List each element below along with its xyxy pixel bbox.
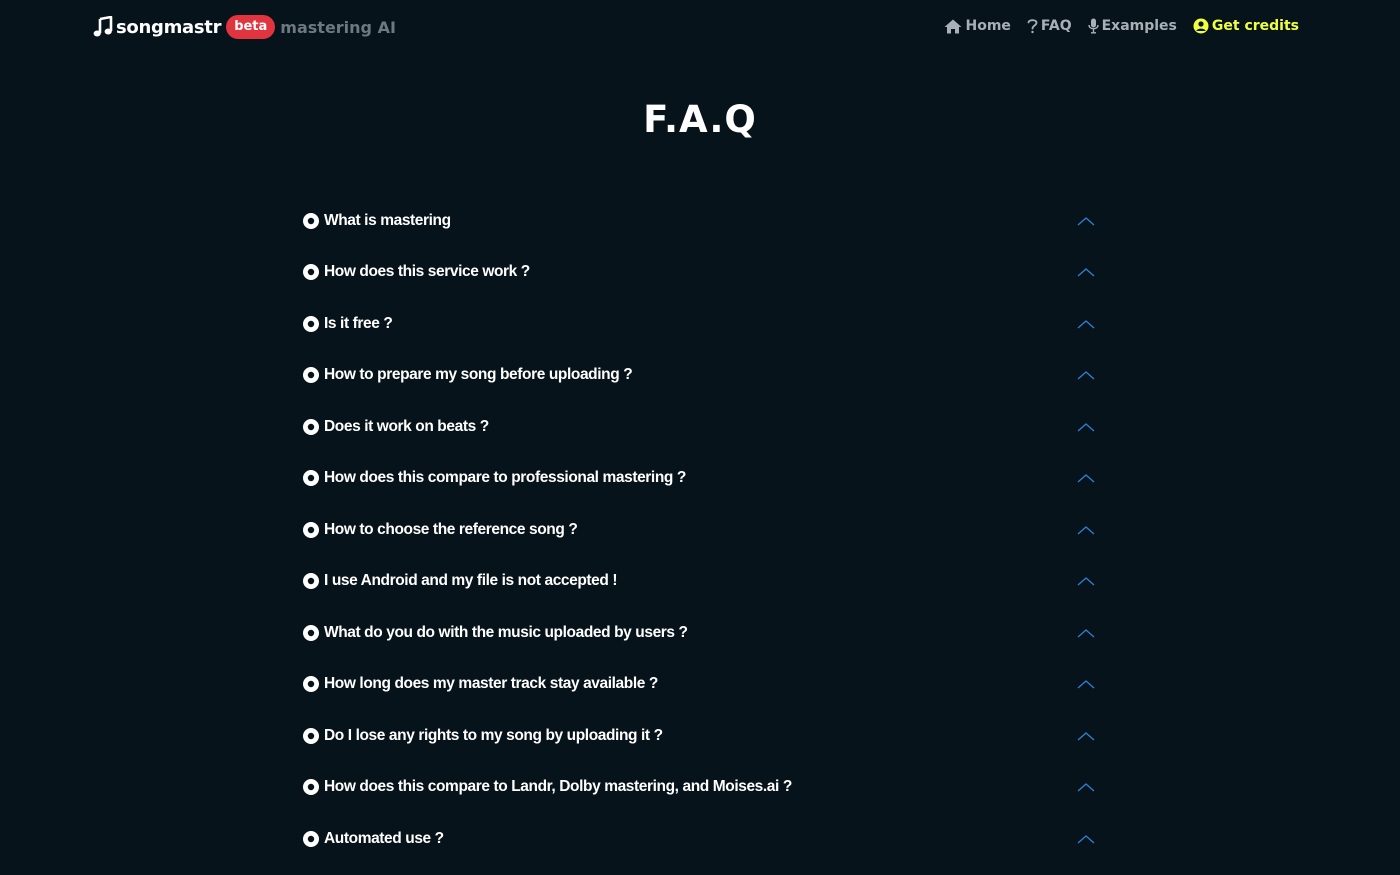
faq-question-text: How does this compare to professional ma… [324,469,686,487]
faq-question: Automated use ? [303,830,444,848]
chevron-up-icon[interactable] [1076,575,1096,587]
faq-question-text: Is it free ? [324,314,393,332]
nav-examples-label: Examples [1101,18,1177,34]
bullet-circle-icon [303,830,319,847]
bullet-circle-icon [303,573,319,590]
bullet-circle-icon [303,367,319,384]
nav-examples-link[interactable]: Examples [1087,18,1177,34]
faq-question-text: How does this service work ? [324,263,530,281]
bullet-circle-icon [303,212,319,229]
brand-name: songmastr [116,16,222,38]
faq-question-text: What do you do with the music uploaded b… [324,623,688,641]
faq-question: Is it free ? [303,314,393,333]
nav-home-label: Home [965,18,1011,34]
faq-question: Does it work on beats ? [303,418,489,436]
bullet-circle-icon [303,676,319,693]
faq-question-text: How long does my master track stay avail… [324,675,658,693]
page-title: F.A.Q [643,98,757,141]
chevron-up-icon[interactable] [1076,833,1096,845]
brand-tagline: mastering AI [280,17,396,37]
faq-question-text: How does this compare to Landr, Dolby ma… [324,778,792,796]
faq-list: What is mastering How does this service w… [303,195,1097,865]
faq-item[interactable]: How to choose the reference song ? [303,504,1097,556]
page: songmastr beta mastering AI Home FAQ Exa… [0,0,1400,875]
faq-question-text: How to prepare my song before uploading … [324,366,633,384]
chevron-up-icon[interactable] [1076,524,1096,536]
faq-question: How does this compare to professional ma… [303,469,686,487]
faq-question: How does this service work ? [303,263,530,281]
faq-question-text: Do I lose any rights to my song by uploa… [324,726,663,744]
main-nav: Home FAQ Examples Get credits [944,16,1299,36]
chevron-up-icon[interactable] [1076,730,1096,742]
faq-question-text: How to choose the reference song ? [324,520,578,538]
faq-item[interactable]: How to prepare my song before uploading … [303,350,1097,402]
navbar: songmastr beta mastering AI Home FAQ Exa… [0,0,1400,52]
chevron-up-icon[interactable] [1076,215,1096,227]
faq-question-text: What is mastering [324,211,451,229]
question-icon [1027,18,1038,34]
chevron-up-icon[interactable] [1076,266,1096,278]
faq-item[interactable]: How long does my master track stay avail… [303,659,1097,711]
bullet-circle-icon [303,521,319,538]
faq-question: How to choose the reference song ? [303,520,578,539]
faq-question: How long does my master track stay avail… [303,675,658,693]
chevron-up-icon[interactable] [1076,369,1096,381]
chevron-up-icon[interactable] [1076,678,1096,690]
faq-item[interactable]: Does it work on beats ? [303,401,1097,453]
home-icon [944,19,962,34]
faq-question: How to prepare my song before uploading … [303,366,633,384]
bullet-circle-icon [303,264,319,281]
nav-home-link[interactable]: Home [944,18,1011,34]
faq-question: I use Android and my file is not accepte… [303,572,618,590]
chevron-up-icon[interactable] [1076,318,1096,330]
faq-question-text: Automated use ? [324,829,444,847]
faq-item[interactable]: How does this service work ? [303,247,1097,299]
faq-item[interactable]: How does this compare to Landr, Dolby ma… [303,762,1097,814]
bullet-circle-icon [303,418,319,435]
faq-item[interactable]: How does this compare to professional ma… [303,453,1097,505]
brand-logo-link[interactable]: songmastr beta mastering AI [93,14,396,40]
chevron-up-icon[interactable] [1076,781,1096,793]
nav-get-credits-label: Get credits [1211,18,1299,34]
chevron-up-icon[interactable] [1076,421,1096,433]
chevron-up-icon[interactable] [1076,627,1096,639]
faq-item[interactable]: What is mastering [303,195,1097,247]
faq-item[interactable]: Do I lose any rights to my song by uploa… [303,710,1097,762]
faq-question: How does this compare to Landr, Dolby ma… [303,778,792,796]
nav-faq-label: FAQ [1040,18,1072,34]
bullet-circle-icon [303,315,319,332]
bullet-circle-icon [303,727,319,744]
faq-item[interactable]: I use Android and my file is not accepte… [303,556,1097,608]
music-note-icon [93,16,113,37]
faq-item[interactable]: What do you do with the music uploaded b… [303,607,1097,659]
faq-question: Do I lose any rights to my song by uploa… [303,727,663,745]
faq-question-text: I use Android and my file is not accepte… [324,572,618,590]
user-circle-icon [1193,18,1209,34]
bullet-circle-icon [303,779,319,796]
faq-question: What do you do with the music uploaded b… [303,624,688,642]
nav-get-credits-link[interactable]: Get credits [1193,18,1299,34]
beta-badge: beta [226,15,276,39]
nav-faq-link[interactable]: FAQ [1027,18,1072,34]
chevron-up-icon[interactable] [1076,472,1096,484]
bullet-circle-icon [303,624,319,641]
microphone-icon [1087,18,1099,34]
bullet-circle-icon [303,470,319,487]
faq-question: What is mastering [303,212,451,230]
faq-item[interactable]: Automated use ? [303,813,1097,865]
faq-question-text: Does it work on beats ? [324,417,489,435]
faq-item[interactable]: Is it free ? [303,298,1097,350]
